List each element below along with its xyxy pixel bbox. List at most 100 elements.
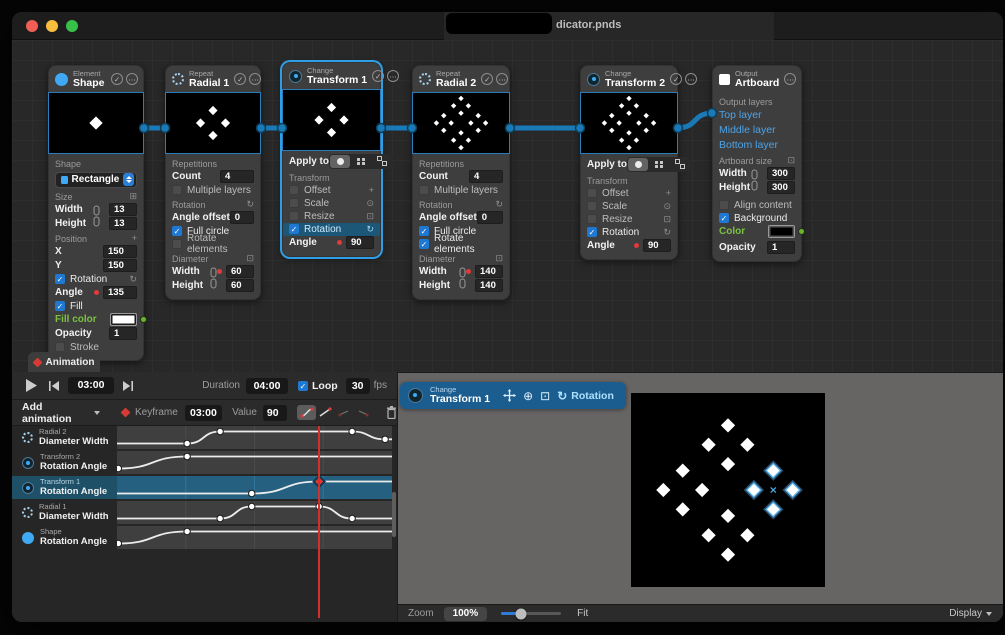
selected-node-toolbar[interactable]: Change Transform 1 ⊕ ⊡ ↻Rotation <box>400 382 626 409</box>
height-field[interactable]: 60 <box>226 279 254 292</box>
tab-animation[interactable]: Animation <box>28 352 100 372</box>
angle-offset-field[interactable]: 0 <box>477 211 503 224</box>
node-radial-2[interactable]: Repeat Radial 2 ✓⋯ Repetitions Count4 Mu… <box>412 65 510 300</box>
width-field[interactable]: 140 <box>475 265 503 278</box>
rotation-row-selected[interactable]: ✓Rotation↻ <box>283 223 380 236</box>
track-label[interactable]: Radial 1Diameter Width <box>12 501 117 524</box>
enable-check-icon[interactable]: ✓ <box>234 73 246 85</box>
bottom-layer-input[interactable]: Bottom layer <box>719 138 795 153</box>
link-width-height-icon[interactable] <box>93 205 100 227</box>
color-output-socket[interactable] <box>140 316 147 323</box>
shape-type-dropdown[interactable]: Rectangle <box>55 172 137 188</box>
rotation-checkbox[interactable]: ✓ <box>587 227 597 237</box>
link-width-height-icon[interactable] <box>751 169 758 191</box>
angle-field[interactable]: 90 <box>643 239 671 252</box>
preview-panel[interactable]: Change Transform 1 ⊕ ⊡ ↻Rotation Zoom 10… <box>397 372 1003 622</box>
node-shape-header[interactable]: Element Shape ✓⋯ <box>49 66 143 92</box>
artboard-size-options-icon[interactable]: ⊡ <box>787 156 795 165</box>
loop-checkbox[interactable]: ✓ <box>298 381 308 391</box>
stroke-checkbox[interactable] <box>55 342 65 352</box>
node-shape[interactable]: Element Shape ✓⋯ Shape Rectangle Size⊞ W… <box>48 65 144 361</box>
color-output-socket[interactable] <box>798 228 805 235</box>
more-options-icon[interactable]: ⋯ <box>126 73 138 85</box>
width-field[interactable]: 300 <box>767 167 795 180</box>
width-field[interactable]: 60 <box>226 265 254 278</box>
scale-row[interactable]: Scale⊙ <box>587 200 671 213</box>
more-options-icon[interactable]: ⋯ <box>496 73 508 85</box>
fill-checkbox[interactable]: ✓ <box>55 301 65 311</box>
more-options-icon[interactable]: ⋯ <box>685 73 697 85</box>
keyframe-curve[interactable] <box>117 476 392 499</box>
apply-to-segmented-control[interactable] <box>627 157 691 172</box>
height-field[interactable]: 13 <box>109 217 137 230</box>
apply-to-all-icon[interactable] <box>628 158 648 171</box>
scale-checkbox[interactable] <box>587 201 597 211</box>
rotation-checkbox[interactable]: ✓ <box>289 224 299 234</box>
scale-row[interactable]: Scale⊙ <box>289 197 374 210</box>
add-animation-dropdown[interactable]: Add animation <box>22 401 90 425</box>
fill-color-swatch[interactable] <box>110 313 137 326</box>
multiple-layers-checkbox[interactable] <box>172 185 182 195</box>
apply-to-each-icon[interactable] <box>351 155 371 168</box>
rotate-elements-row[interactable]: ✓Rotate elements <box>419 238 503 251</box>
position-add-icon[interactable]: + <box>132 234 137 243</box>
count-field[interactable]: 4 <box>220 170 254 183</box>
rotation-checkbox[interactable]: ✓ <box>55 274 65 284</box>
rotate-elements-checkbox[interactable] <box>172 239 182 249</box>
link-width-height-icon[interactable] <box>210 267 217 289</box>
keyframe-value-field[interactable]: 90 <box>263 405 288 421</box>
angle-field[interactable]: 90 <box>346 236 374 249</box>
multiple-layers-row[interactable]: Multiple layers <box>419 184 503 197</box>
diameter-options-icon[interactable]: ⊡ <box>495 254 503 263</box>
top-layer-input[interactable]: Top layer <box>719 108 795 123</box>
more-options-icon[interactable]: ⋯ <box>387 70 399 82</box>
track-label[interactable]: Transform 1Rotation Angle <box>12 476 117 499</box>
rotation-checkbox-row[interactable]: ✓Rotation↻ <box>55 273 137 286</box>
resize-tool-icon[interactable]: ⊡ <box>540 390 550 402</box>
delete-keyframe-button[interactable] <box>386 406 397 419</box>
timeline-track-row[interactable]: Radial 1Diameter Width <box>12 501 397 524</box>
easing-ease-in-button[interactable] <box>335 405 354 420</box>
dropdown-stepper-icon[interactable] <box>123 173 134 186</box>
node-transform1-header[interactable]: Change Transform 1 ✓⋯ <box>283 63 380 89</box>
middle-layer-input[interactable]: Middle layer <box>719 123 795 138</box>
width-field[interactable]: 13 <box>109 203 137 216</box>
close-window-button[interactable] <box>26 20 38 32</box>
resize-row[interactable]: Resize⊡ <box>587 213 671 226</box>
skip-to-start-button[interactable] <box>48 381 60 391</box>
link-width-height-icon[interactable] <box>459 267 466 289</box>
rotation-row[interactable]: ✓Rotation↻ <box>587 226 671 239</box>
keyframe-curve[interactable] <box>117 426 392 449</box>
artboard-preview[interactable] <box>631 393 825 587</box>
background-color-swatch[interactable] <box>768 225 795 238</box>
resize-checkbox[interactable] <box>289 211 299 221</box>
apply-to-cascade-icon[interactable] <box>670 158 690 171</box>
apply-to-all-icon[interactable] <box>330 155 350 168</box>
easing-ease-in-out-button[interactable] <box>297 405 316 420</box>
minimize-window-button[interactable] <box>46 20 58 32</box>
timeline-track-row[interactable]: Transform 2Rotation Angle <box>12 451 397 474</box>
timeline-track-row[interactable]: Transform 1Rotation Angle <box>12 476 397 499</box>
x-field[interactable]: 150 <box>103 245 137 258</box>
node-transform2-header[interactable]: Change Transform 2 ✓⋯ <box>581 66 677 92</box>
node-radial2-header[interactable]: Repeat Radial 2 ✓⋯ <box>413 66 509 92</box>
apply-to-segmented-control[interactable] <box>329 154 393 169</box>
zoom-value-field[interactable]: 100% <box>444 607 488 621</box>
resize-checkbox[interactable] <box>587 214 597 224</box>
node-radial-1[interactable]: Repeat Radial 1 ✓⋯ Repetitions Count4 Mu… <box>165 65 261 300</box>
scale-checkbox[interactable] <box>289 198 299 208</box>
enable-check-icon[interactable]: ✓ <box>670 73 682 85</box>
height-field[interactable]: 300 <box>767 181 795 194</box>
timeline-track-row[interactable]: ShapeRotation Angle <box>12 526 397 549</box>
rotation-tool-button[interactable]: ↻Rotation <box>557 389 614 403</box>
diameter-options-icon[interactable]: ⊡ <box>246 254 254 263</box>
size-options-icon[interactable]: ⊞ <box>129 192 137 201</box>
fps-field[interactable]: 30 <box>346 378 370 394</box>
scale-tool-icon[interactable]: ⊕ <box>523 390 533 402</box>
keyframe-curve[interactable] <box>117 526 392 549</box>
offset-checkbox[interactable] <box>289 185 299 195</box>
playhead[interactable] <box>318 426 320 618</box>
angle-offset-field[interactable]: 0 <box>230 211 254 224</box>
node-artboard[interactable]: Output Artboard ⋯ Output layers Top laye… <box>712 65 802 262</box>
apply-to-cascade-icon[interactable] <box>372 155 392 168</box>
